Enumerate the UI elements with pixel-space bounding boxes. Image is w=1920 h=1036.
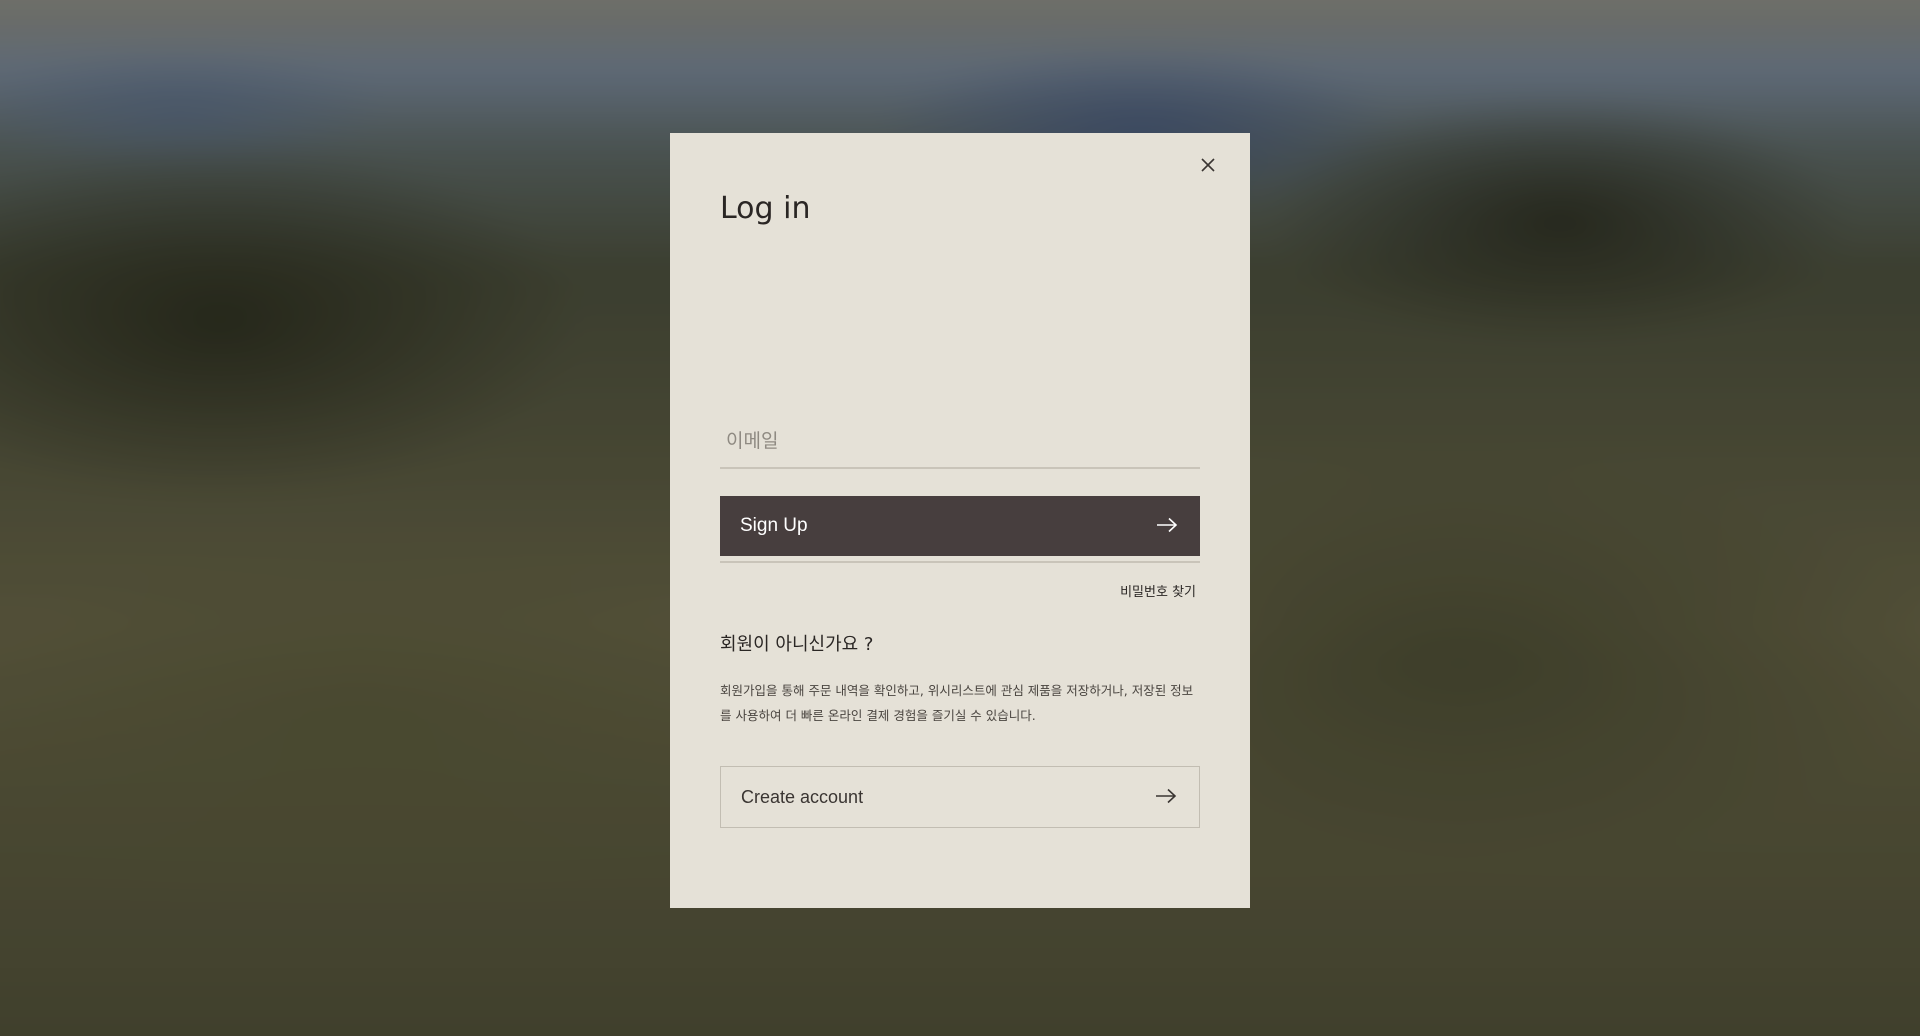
sign-up-button-label: Sign Up xyxy=(740,515,808,536)
arrow-right-icon xyxy=(1157,517,1178,533)
sign-up-button[interactable]: Sign Up xyxy=(720,496,1200,556)
arrow-right-icon xyxy=(1156,788,1177,804)
email-input[interactable] xyxy=(720,417,1200,465)
close-button[interactable] xyxy=(1194,151,1222,179)
find-password-link[interactable]: 비밀번호 찾기 xyxy=(1120,581,1196,600)
create-account-button[interactable]: Create account xyxy=(720,766,1200,828)
modal-title: Log in xyxy=(720,191,811,226)
login-modal: Log in 보기 비밀번호 찾기 Sign Up 회원이 아니신가요 ? 회원… xyxy=(670,133,1250,908)
email-field[interactable] xyxy=(720,417,1200,469)
member-benefits-text: 회원가입을 통해 주문 내역을 확인하고, 위시리스트에 관심 제품을 저장하거… xyxy=(720,683,1194,723)
create-account-button-label: Create account xyxy=(741,787,864,807)
close-icon xyxy=(1201,158,1215,172)
member-prompt-heading: 회원이 아니신가요 ? xyxy=(720,634,874,655)
